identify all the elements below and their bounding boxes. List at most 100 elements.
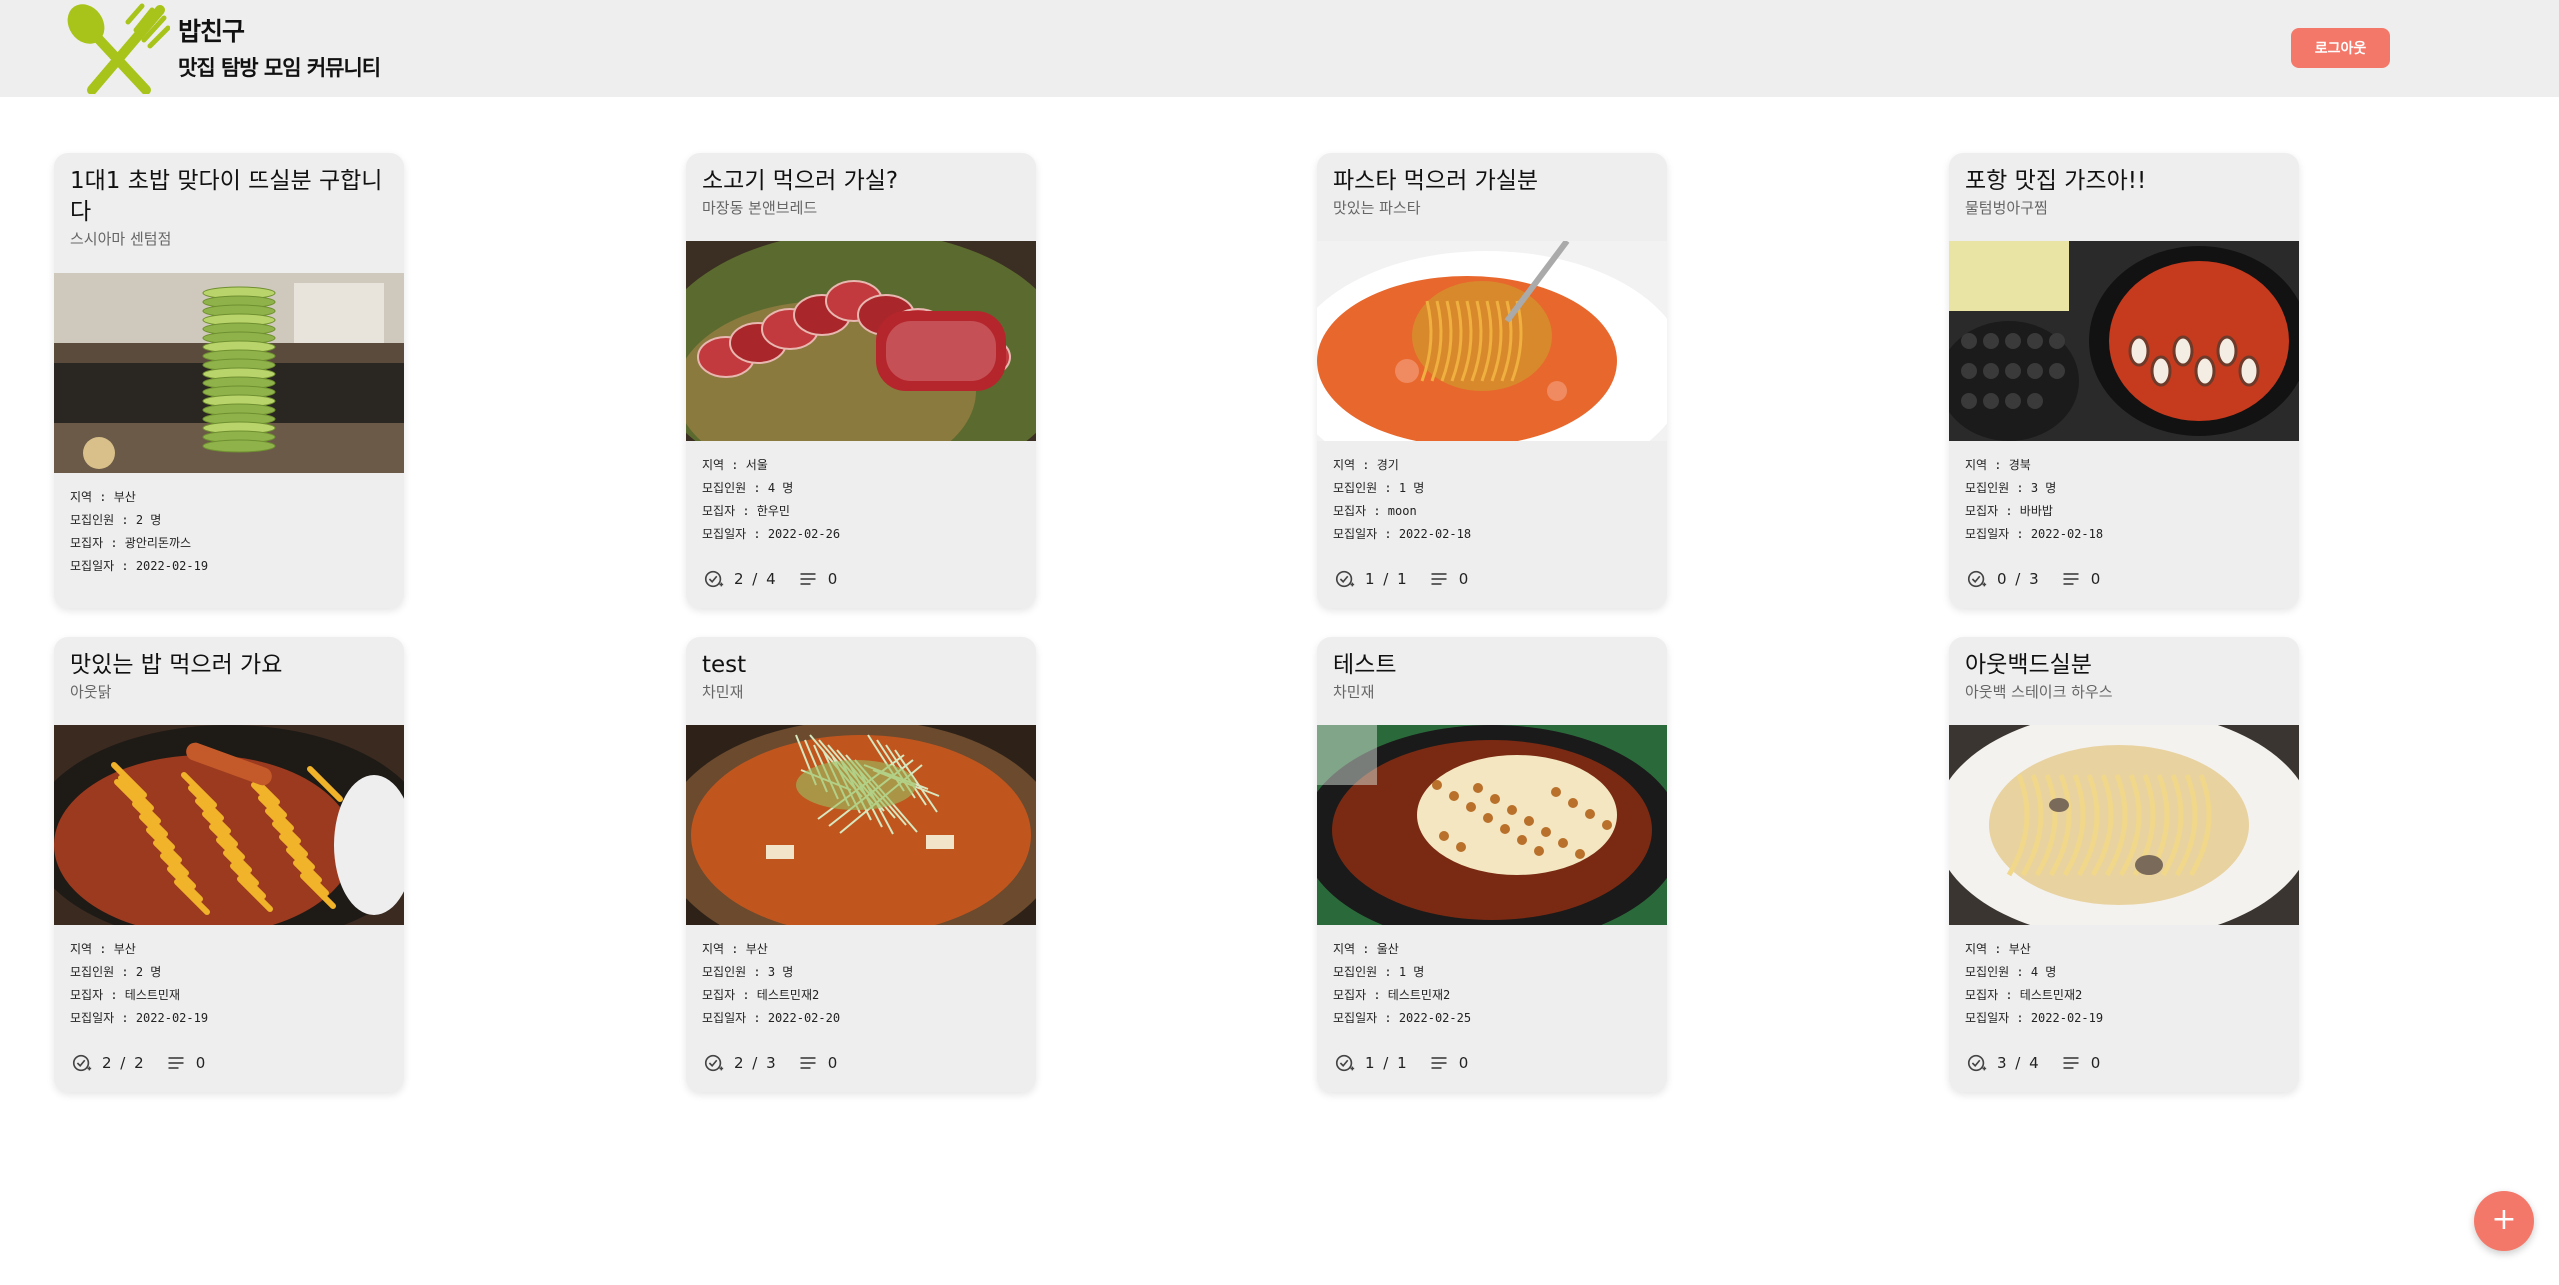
region-text: 지역 : 부산 <box>70 490 136 504</box>
region-text: 지역 : 경북 <box>1965 458 2031 472</box>
logout-button[interactable]: 로그아웃 <box>2291 28 2390 68</box>
comments-list-icon <box>1427 1051 1451 1075</box>
comments-list-icon <box>2059 1051 2083 1075</box>
region-text: 지역 : 부산 <box>702 942 768 956</box>
post-card[interactable]: 맛있는 밥 먹으러 가요 아웃닭 지역 : 부산 모집인원 : 2 명 모집자 … <box>54 637 404 1092</box>
restaurant-name: 아웃닭 <box>70 683 112 701</box>
card-footer: 2 / 2 0 <box>54 1043 404 1083</box>
deadline-text: 모집일자 : 2022-02-18 <box>1333 527 1472 541</box>
comments-count: 0 <box>2090 1054 2103 1072</box>
participants-count: 2 / 4 <box>734 570 778 588</box>
card-footer: 2 / 3 0 <box>686 1043 1036 1083</box>
participants-check-icon <box>702 1051 726 1075</box>
comments-count: 0 <box>1458 570 1471 588</box>
capacity-text: 모집인원 : 3 명 <box>702 965 794 979</box>
post-info: 지역 : 경기 모집인원 : 1 명 모집자 : moon 모집일자 : 202… <box>1317 441 1667 559</box>
post-title: 맛있는 밥 먹으러 가요 <box>70 652 283 678</box>
post-card[interactable]: 테스트 차민재 지역 : 울산 모집인원 : 1 명 모집자 : 테스트민재2 … <box>1317 637 1667 1092</box>
comments-count: 0 <box>1458 1054 1471 1072</box>
restaurant-name: 차민재 <box>702 683 744 701</box>
card-footer: 1 / 1 0 <box>1317 1043 1667 1083</box>
post-info: 지역 : 경북 모집인원 : 3 명 모집자 : 바바밥 모집일자 : 2022… <box>1949 441 2299 559</box>
card-header: 포항 맛집 가즈아!! 물텀벙아구찜 <box>1949 153 2299 241</box>
comments-list-icon <box>2059 567 2083 591</box>
post-info: 지역 : 부산 모집인원 : 2 명 모집자 : 테스트민재 모집일자 : 20… <box>54 925 404 1043</box>
restaurant-name: 차민재 <box>1333 683 1375 701</box>
capacity-text: 모집인원 : 3 명 <box>1965 481 2057 495</box>
comments-list-icon <box>796 1051 820 1075</box>
comments-count: 0 <box>827 570 840 588</box>
host-text: 모집자 : moon <box>1333 504 1417 518</box>
post-info: 지역 : 울산 모집인원 : 1 명 모집자 : 테스트민재2 모집일자 : 2… <box>1317 925 1667 1043</box>
brand-name: 밥친구 <box>178 17 245 46</box>
host-text: 모집자 : 테스트민재2 <box>1965 988 2083 1002</box>
spoon-fork-logo-icon <box>67 3 170 94</box>
post-card[interactable]: 파스타 먹으러 가실분 맛있는 파스타 지역 : 경기 모집인원 : 1 명 모… <box>1317 153 1667 608</box>
card-header: 아웃백드실분 아웃백 스테이크 하우스 <box>1949 637 2299 725</box>
region-text: 지역 : 울산 <box>1333 942 1399 956</box>
food-photo <box>686 725 1036 925</box>
deadline-text: 모집일자 : 2022-02-18 <box>1965 527 2104 541</box>
post-title: 테스트 <box>1333 652 1397 678</box>
card-header: 맛있는 밥 먹으러 가요 아웃닭 <box>54 637 404 725</box>
post-card[interactable]: 아웃백드실분 아웃백 스테이크 하우스 지역 : 부산 모집인원 : 4 명 모… <box>1949 637 2299 1092</box>
capacity-text: 모집인원 : 4 명 <box>1965 965 2057 979</box>
participants-count: 3 / 4 <box>1997 1054 2041 1072</box>
deadline-text: 모집일자 : 2022-02-19 <box>70 1011 209 1025</box>
host-text: 모집자 : 바바밥 <box>1965 504 2053 518</box>
participants-check-icon <box>1965 1051 1989 1075</box>
post-title: 아웃백드실분 <box>1965 652 2092 678</box>
food-photo <box>1317 725 1667 925</box>
post-card[interactable]: 소고기 먹으러 가실? 마장동 본앤브레드 지역 : 서울 모집인원 : 4 명… <box>686 153 1036 608</box>
deadline-text: 모집일자 : 2022-02-20 <box>702 1011 841 1025</box>
food-photo <box>54 725 404 925</box>
participants-count: 2 / 2 <box>102 1054 146 1072</box>
comments-count: 0 <box>195 1054 208 1072</box>
participants-check-icon <box>1965 567 1989 591</box>
region-text: 지역 : 부산 <box>70 942 136 956</box>
comments-list-icon <box>1427 567 1451 591</box>
add-post-button[interactable]: + <box>2474 1191 2534 1251</box>
app-header: 밥친구 맛집 탐방 모임 커뮤니티 로그아웃 <box>0 0 2559 97</box>
post-info: 지역 : 서울 모집인원 : 4 명 모집자 : 한우민 모집일자 : 2022… <box>686 441 1036 559</box>
post-card[interactable]: 포항 맛집 가즈아!! 물텀벙아구찜 지역 : 경북 모집인원 : 3 명 모집… <box>1949 153 2299 608</box>
participants-count: 1 / 1 <box>1365 1054 1409 1072</box>
food-photo <box>1317 241 1667 441</box>
post-title: 1대1 초밥 맞다이 뜨실분 구합니다 <box>70 168 383 225</box>
host-text: 모집자 : 광안리돈까스 <box>70 536 192 550</box>
card-header: 테스트 차민재 <box>1317 637 1667 725</box>
restaurant-name: 아웃백 스테이크 하우스 <box>1965 683 2113 701</box>
post-title: 포항 맛집 가즈아!! <box>1965 168 2147 194</box>
card-footer: 0 / 3 0 <box>1949 559 2299 599</box>
post-title: test <box>702 652 747 678</box>
food-photo <box>1949 241 2299 441</box>
post-card[interactable]: 1대1 초밥 맞다이 뜨실분 구합니다 스시아마 센텀점 지역 : 부산 모집인… <box>54 153 404 608</box>
card-header: 파스타 먹으러 가실분 맛있는 파스타 <box>1317 153 1667 241</box>
capacity-text: 모집인원 : 1 명 <box>1333 481 1425 495</box>
card-header: 1대1 초밥 맞다이 뜨실분 구합니다 스시아마 센텀점 <box>54 153 404 273</box>
card-header: 소고기 먹으러 가실? 마장동 본앤브레드 <box>686 153 1036 241</box>
card-footer <box>54 573 404 608</box>
restaurant-name: 스시아마 센텀점 <box>70 230 172 248</box>
capacity-text: 모집인원 : 4 명 <box>702 481 794 495</box>
post-card[interactable]: test 차민재 지역 : 부산 모집인원 : 3 명 모집자 : 테스트민재2… <box>686 637 1036 1092</box>
food-photo <box>1949 725 2299 925</box>
participants-count: 0 / 3 <box>1997 570 2041 588</box>
food-photo <box>686 241 1036 441</box>
post-title: 파스타 먹으러 가실분 <box>1333 168 1539 194</box>
capacity-text: 모집인원 : 2 명 <box>70 513 162 527</box>
capacity-text: 모집인원 : 2 명 <box>70 965 162 979</box>
brand-tagline: 맛집 탐방 모임 커뮤니티 <box>178 56 381 80</box>
comments-count: 0 <box>827 1054 840 1072</box>
participants-count: 2 / 3 <box>734 1054 778 1072</box>
post-title: 소고기 먹으러 가실? <box>702 168 899 194</box>
region-text: 지역 : 서울 <box>702 458 768 472</box>
restaurant-name: 마장동 본앤브레드 <box>702 199 818 217</box>
post-info: 지역 : 부산 모집인원 : 3 명 모집자 : 테스트민재2 모집일자 : 2… <box>686 925 1036 1043</box>
host-text: 모집자 : 테스트민재2 <box>1333 988 1451 1002</box>
deadline-text: 모집일자 : 2022-02-26 <box>702 527 841 541</box>
food-photo <box>54 273 404 473</box>
comments-list-icon <box>164 1051 188 1075</box>
capacity-text: 모집인원 : 1 명 <box>1333 965 1425 979</box>
deadline-text: 모집일자 : 2022-02-25 <box>1333 1011 1472 1025</box>
